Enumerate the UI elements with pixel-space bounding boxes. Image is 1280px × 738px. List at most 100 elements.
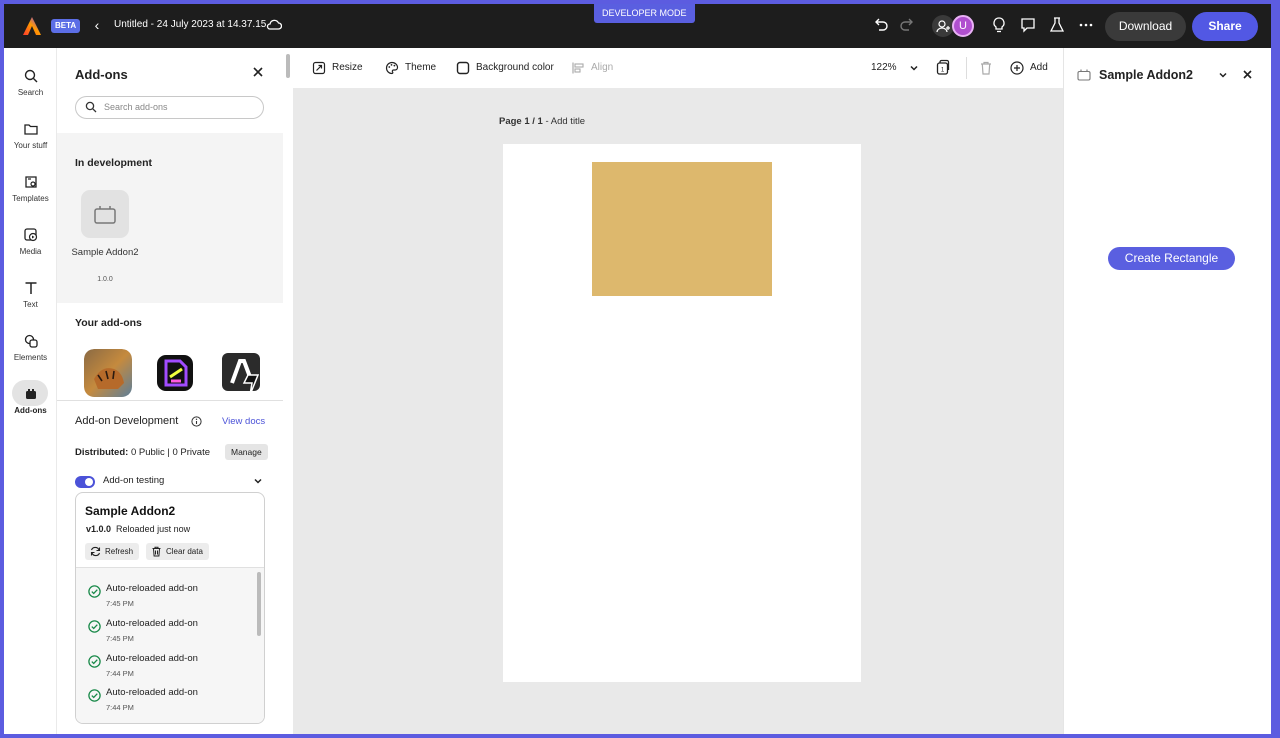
add-title-link[interactable]: Add title bbox=[551, 116, 585, 127]
share-button[interactable]: Share bbox=[1192, 12, 1258, 41]
beta-badge: BETA bbox=[51, 19, 81, 33]
log-text: Auto-reloaded add-on bbox=[106, 583, 198, 594]
create-rectangle-button[interactable]: Create Rectangle bbox=[1108, 247, 1235, 270]
in-development-heading: In development bbox=[75, 157, 153, 169]
rail-item-addons[interactable]: Add-ons bbox=[4, 380, 57, 430]
templates-icon bbox=[24, 176, 37, 188]
canvas-area: Page 1 / 1 - Add title bbox=[293, 88, 1063, 734]
clear-data-button[interactable]: Clear data bbox=[146, 543, 209, 560]
download-button[interactable]: Download bbox=[1105, 12, 1186, 41]
addon-iframe-panel: Sample Addon2 Create Rectangle bbox=[1063, 48, 1271, 734]
more-icon[interactable] bbox=[1077, 16, 1095, 34]
log-scrollbar[interactable] bbox=[257, 572, 261, 636]
page-number: Page 1 / 1 bbox=[499, 116, 543, 127]
rail-label: Search bbox=[17, 88, 44, 97]
info-icon[interactable] bbox=[191, 416, 202, 427]
rail-item-media[interactable]: Media bbox=[4, 221, 57, 271]
svg-text:1: 1 bbox=[941, 68, 945, 74]
log-text: Auto-reloaded add-on bbox=[106, 687, 198, 698]
rail-label: Templates bbox=[12, 194, 49, 203]
adobe-express-logo-icon[interactable] bbox=[22, 16, 42, 36]
addon-placeholder-icon bbox=[94, 206, 116, 224]
trash-icon bbox=[152, 546, 161, 557]
your-addons-heading: Your add-ons bbox=[75, 317, 142, 329]
panel-title: Add-ons bbox=[75, 67, 128, 82]
theme-button[interactable]: Theme bbox=[385, 59, 436, 77]
refresh-button[interactable]: Refresh bbox=[85, 543, 140, 560]
lightbulb-icon[interactable] bbox=[990, 16, 1008, 34]
flask-icon[interactable] bbox=[1048, 16, 1066, 34]
zoom-level[interactable]: 122% bbox=[871, 59, 897, 77]
undo-icon[interactable] bbox=[872, 16, 890, 34]
chevron-down-icon[interactable] bbox=[909, 63, 919, 73]
comment-icon[interactable] bbox=[1019, 16, 1037, 34]
redo-icon[interactable] bbox=[898, 16, 916, 34]
elements-icon bbox=[24, 334, 38, 348]
card-version: v1.0.0 bbox=[86, 524, 112, 534]
addon-testing-toggle[interactable] bbox=[75, 476, 95, 488]
close-icon[interactable] bbox=[1242, 69, 1253, 80]
card-version-status: v1.0.0 Reloaded just now bbox=[86, 524, 190, 534]
view-docs-link[interactable]: View docs bbox=[222, 416, 265, 427]
addon-placeholder-icon bbox=[1077, 69, 1091, 81]
search-input[interactable]: Search add-ons bbox=[75, 96, 264, 119]
resize-icon bbox=[312, 61, 326, 75]
rail-label: Elements bbox=[13, 353, 48, 362]
palette-icon bbox=[385, 61, 399, 75]
collaborators[interactable]: U bbox=[932, 15, 976, 37]
add-label: Add bbox=[1030, 62, 1048, 73]
addons-panel: Add-ons Search add-ons In development Sa… bbox=[57, 48, 283, 734]
add-people-icon[interactable] bbox=[932, 15, 954, 37]
rail-item-text[interactable]: Text bbox=[4, 274, 57, 324]
pages-icon[interactable]: 1 bbox=[936, 59, 950, 77]
distribution-status: Distributed: 0 Public | 0 Private bbox=[75, 447, 210, 458]
background-color-button[interactable]: Background color bbox=[456, 59, 554, 77]
developer-mode-badge: DEVELOPER MODE bbox=[594, 4, 695, 23]
close-icon[interactable] bbox=[251, 65, 265, 79]
log-time: 7:45 PM bbox=[106, 599, 134, 608]
back-chevron-icon[interactable]: ‹ bbox=[90, 16, 104, 34]
distributed-label: Distributed: bbox=[75, 447, 129, 458]
text-icon bbox=[25, 282, 36, 294]
toolbar-divider bbox=[966, 57, 967, 79]
manage-button[interactable]: Manage bbox=[225, 444, 268, 460]
log-time: 7:44 PM bbox=[106, 669, 134, 678]
avatar[interactable]: U bbox=[952, 15, 974, 37]
page-label: Page 1 / 1 - Add title bbox=[499, 116, 586, 127]
rectangle-shape[interactable] bbox=[592, 162, 772, 296]
background-color-icon bbox=[456, 61, 470, 75]
trash-icon[interactable] bbox=[979, 59, 993, 77]
left-rail: Search Your stuff Templates Media Text E… bbox=[4, 48, 57, 734]
align-button[interactable]: Align bbox=[571, 59, 613, 77]
chevron-down-icon[interactable] bbox=[1218, 70, 1228, 80]
rail-item-search[interactable]: Search bbox=[4, 62, 57, 112]
lightning-addon-icon[interactable] bbox=[218, 349, 266, 397]
rail-item-templates[interactable]: Templates bbox=[4, 168, 57, 218]
search-placeholder: Search add-ons bbox=[104, 102, 168, 112]
cloud-icon[interactable] bbox=[266, 17, 282, 33]
purple-addon-icon[interactable] bbox=[151, 349, 199, 397]
document-title[interactable]: Untitled - 24 July 2023 at 14.37.15 bbox=[114, 19, 266, 30]
rail-label: Add-ons bbox=[14, 406, 47, 415]
background-color-label: Background color bbox=[476, 62, 554, 73]
log-time: 7:45 PM bbox=[106, 634, 134, 643]
rail-label: Media bbox=[19, 247, 42, 256]
dev-addon-tile[interactable] bbox=[81, 190, 129, 238]
dev-addon-name[interactable]: Sample Addon2 bbox=[71, 245, 139, 260]
check-circle-icon bbox=[88, 620, 101, 633]
rail-item-your-stuff[interactable]: Your stuff bbox=[4, 115, 57, 165]
rail-item-elements[interactable]: Elements bbox=[4, 327, 57, 377]
document-page[interactable] bbox=[503, 144, 861, 682]
panel-scrollbar[interactable] bbox=[286, 54, 290, 78]
tiger-photo-addon-icon[interactable] bbox=[84, 349, 132, 397]
search-icon bbox=[85, 101, 97, 113]
theme-label: Theme bbox=[405, 62, 437, 73]
distributed-value: 0 Public | 0 Private bbox=[130, 447, 210, 458]
add-button[interactable]: Add bbox=[1010, 59, 1048, 77]
addon-testing-label: Add-on testing bbox=[103, 475, 165, 486]
align-label: Align bbox=[591, 62, 614, 73]
chevron-down-icon[interactable] bbox=[253, 476, 263, 486]
canvas-toolbar: Resize Theme Background color Align 122%… bbox=[293, 48, 1063, 88]
addon-testing-card: Sample Addon2 v1.0.0 Reloaded just now R… bbox=[75, 492, 265, 724]
resize-button[interactable]: Resize bbox=[312, 59, 363, 77]
